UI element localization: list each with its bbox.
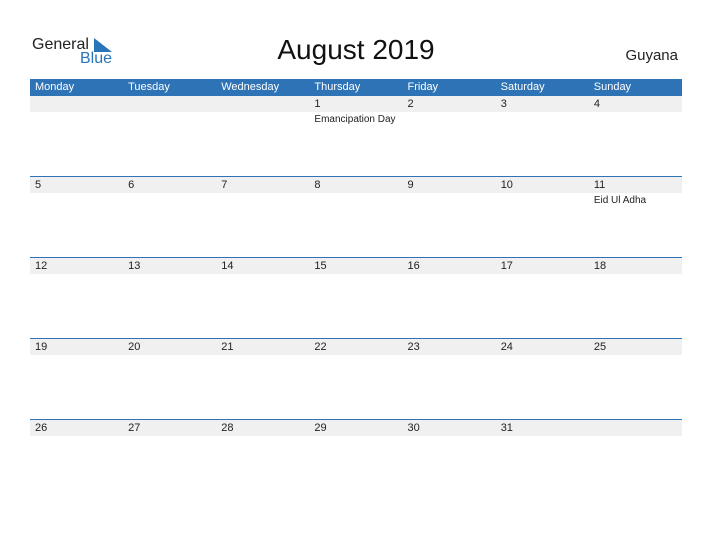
day-number: 15 [314,260,327,272]
calendar-week: 12 13 14 15 16 17 18 [30,257,682,339]
day-number: 17 [500,260,513,272]
day-number: 28 [221,422,234,434]
day-number: 24 [500,341,513,353]
day-number: 5 [35,179,42,191]
day-number: 8 [314,179,321,191]
day-cell: 3 [496,96,589,177]
day-cell: 28 [216,420,309,501]
weekday-header: Monday Tuesday Wednesday Thursday Friday… [30,79,682,96]
day-number: 18 [593,260,607,272]
day-number: 16 [407,260,420,272]
day-number: 10 [500,179,513,191]
calendar-week: 1 Emancipation Day 2 3 4 [30,96,682,177]
day-number: 20 [128,341,141,353]
weekday-wednesday: Wednesday [221,81,280,93]
weekday-thursday: Thursday [314,81,361,93]
weekday-saturday: Saturday [500,81,545,93]
day-number: 27 [128,422,141,434]
day-cell: 26 [30,420,123,501]
day-cell: 8 [309,177,402,258]
day-cell: 17 [496,258,589,339]
day-number: 19 [35,341,48,353]
day-number: 25 [593,341,607,353]
day-number: 14 [221,260,234,272]
day-number: 31 [500,422,513,434]
day-cell: 9 [403,177,496,258]
day-number: 30 [407,422,420,434]
day-cell: 24 [496,339,589,420]
day-number: 1 [314,98,321,110]
day-cell [589,420,682,501]
day-cell: 27 [123,420,216,501]
day-number: 23 [407,341,420,353]
day-cell: 31 [496,420,589,501]
day-number: 13 [128,260,141,272]
day-cell: 30 [403,420,496,501]
day-cell: 4 [589,96,682,177]
day-number: 29 [314,422,327,434]
day-number: 12 [35,260,48,272]
day-cell: 13 [123,258,216,339]
day-number: 3 [500,98,507,110]
day-cell [123,96,216,177]
day-cell [216,96,309,177]
holiday-label: Eid Ul Adha [593,195,647,206]
day-cell [30,96,123,177]
day-number: 9 [407,179,414,191]
day-cell: 15 [309,258,402,339]
day-number: 11 [593,179,606,191]
day-number: 2 [407,98,414,110]
weekday-friday: Friday [407,81,439,93]
day-cell: 25 [589,339,682,420]
page-title: August 2019 [277,34,435,65]
day-cell: 1 Emancipation Day [309,96,402,177]
holiday-label: Emancipation Day [314,114,396,125]
calendar-week: 5 6 7 8 9 10 11 Eid Ul Adha [30,176,682,258]
day-cell: 7 [216,177,309,258]
day-cell: 16 [403,258,496,339]
day-number: 26 [35,422,48,434]
day-number: 7 [221,179,228,191]
day-cell: 6 [123,177,216,258]
day-number: 4 [593,98,600,110]
day-number: 21 [221,341,234,353]
day-number: 22 [314,341,327,353]
calendar-week: 26 27 28 29 30 31 [30,419,682,501]
day-cell: 20 [123,339,216,420]
day-cell: 5 [30,177,123,258]
day-cell: 21 [216,339,309,420]
day-cell: 23 [403,339,496,420]
weekday-monday: Monday [35,81,75,93]
day-cell: 10 [496,177,589,258]
day-cell: 18 [589,258,682,339]
day-cell: 11 Eid Ul Adha [589,177,682,258]
day-number: 6 [128,179,135,191]
calendar-week: 19 20 21 22 23 24 25 [30,338,682,420]
day-cell: 19 [30,339,123,420]
weekday-tuesday: Tuesday [128,81,170,93]
country-label: Guyana [625,47,678,64]
day-cell: 22 [309,339,402,420]
day-cell: 14 [216,258,309,339]
weekday-sunday: Sunday [593,81,632,93]
day-cell: 2 [403,96,496,177]
day-cell: 29 [309,420,402,501]
day-cell: 12 [30,258,123,339]
